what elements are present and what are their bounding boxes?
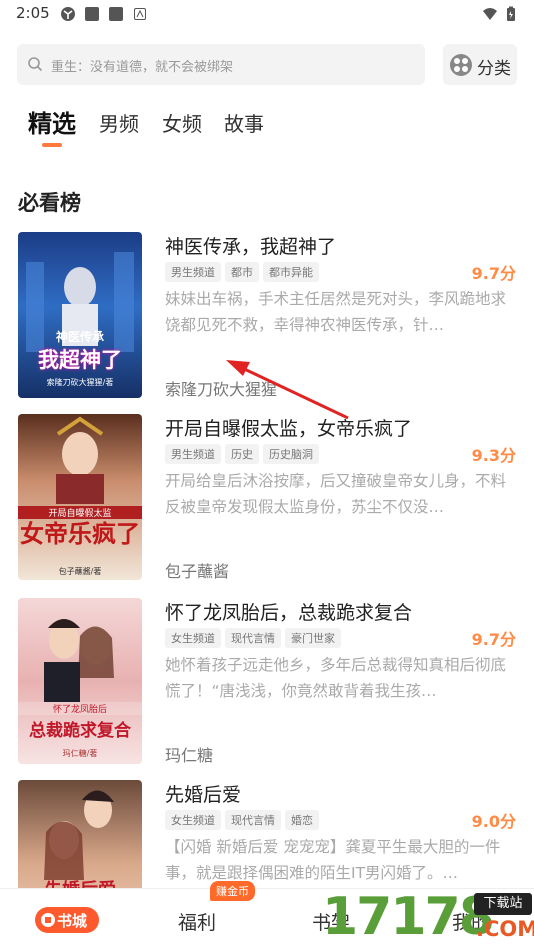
nav-bookstore-label: 书城 [57,912,88,930]
book-tags: 女生频道 现代言情 婚恋 [165,809,323,830]
tab-male[interactable]: 男频 [99,108,139,137]
cover-title: 先婚后爱 [18,876,142,888]
battery-icon [507,6,515,21]
book-cover[interactable]: 神医传承 我超神了 索隆刀砍大猩猩/著 [18,232,142,398]
category-button[interactable]: 分类 [443,44,517,85]
watermark-com: .COM [476,917,534,941]
book-tag: 现代言情 [225,628,281,648]
book-score: 9.7分 [471,264,516,283]
app-notification-icon [61,7,75,21]
cover-title: 开局自曝假太监 [18,506,142,519]
book-tags: 女生频道 现代言情 豪门世家 [165,627,345,648]
book-title: 开局自曝假太监，女帝乐疯了 [165,418,413,440]
search-placeholder: 重生：没有道德，就不会被绑架 [51,60,234,75]
book-tag: 婚恋 [285,810,319,830]
book-title: 先婚后爱 [165,784,242,806]
search-bar[interactable]: 重生：没有道德，就不会被绑架 [17,44,425,85]
cover-title: 我超神了 [38,348,122,372]
book-description: 她怀着孩子远走他乡，多年后总裁得知真相后彻底慌了！“唐浅浅，你竟然敢背着我生孩… [165,656,507,700]
coin-badge: 赚金币 [210,881,255,901]
book-title: 神医传承，我超神了 [165,236,337,258]
book-item[interactable]: 先婚后爱 先婚后爱 女生频道现代言情婚恋 9.0分 【闪婚 新婚后爱 宠宠宠】龚… [0,780,534,888]
tab-featured[interactable]: 精选 [28,104,76,139]
book-cover[interactable]: 怀了龙凤胎后 总裁跪求复合 玛仁糖/著 [18,598,142,764]
book-description: 开局给皇后沐浴按摩，后又撞破皇帝女儿身，不料反被皇帝发现假太监身份，苏尘不仅没… [165,472,507,516]
bookstore-icon [41,913,55,927]
search-icon [28,57,43,72]
category-icon [450,54,472,76]
cover-title: 神医传承 [55,330,104,344]
channel-tabs: 精选 男频 女频 故事 [0,104,534,150]
book-score: 9.3分 [471,446,516,465]
nav-welfare[interactable]: 福利 [178,908,216,935]
book-tag: 都市异能 [263,262,319,282]
book-score: 9.0分 [471,812,516,831]
book-tag: 历史脑洞 [263,444,319,464]
book-item[interactable]: 怀了龙凤胎后 总裁跪求复合 玛仁糖/著 怀了龙凤胎后，总裁跪求复合 女生频道 现代… [0,598,534,768]
book-tag: 现代言情 [225,810,281,830]
tab-active-indicator [42,143,62,147]
nav-bookstore[interactable]: 书城 [35,907,99,933]
tab-female[interactable]: 女频 [162,108,202,137]
tab-story[interactable]: 故事 [224,108,264,137]
cover-title: 女帝乐疯了 [20,520,140,548]
watermark-box: 下载站 [474,893,532,915]
book-item[interactable]: 开局自曝假太监 女帝乐疯了 包子蘸酱/著 开局自曝假太监，女帝乐疯了 男生频道历… [0,414,534,584]
watermark-digits: 17178 [322,887,495,947]
book-author: 包子蘸酱 [165,562,230,581]
category-label: 分类 [477,59,511,79]
book-tag: 豪门世家 [285,628,341,648]
book-tags: 男生频道 都市 都市异能 [165,261,323,282]
cover-byline: 玛仁糖/著 [62,749,98,758]
section-title: 必看榜 [18,191,81,215]
cover-byline: 索隆刀砍大猩猩/著 [46,378,114,387]
book-tags: 男生频道 历史 历史脑洞 [165,443,323,464]
book-title: 怀了龙凤胎后，总裁跪求复合 [165,602,413,624]
status-time: 2:05 [16,4,50,22]
book-tag: 女生频道 [165,628,221,648]
cover-art [44,790,114,880]
cover-title: 总裁跪求复合 [29,721,131,741]
book-tag: 男生频道 [165,262,221,282]
book-author: 索隆刀砍大猩猩 [165,380,278,399]
cover-art [56,416,104,504]
book-cover[interactable]: 开局自曝假太监 女帝乐疯了 包子蘸酱/著 [18,414,142,580]
book-tag: 都市 [225,262,259,282]
status-bar: 2:05 [0,0,534,28]
book-score: 9.7分 [471,630,516,649]
site-watermark-logo: 17178 下载站 .COM [322,885,534,950]
book-author: 玛仁糖 [165,746,214,765]
book-tag: 女生频道 [165,810,221,830]
book-description: 【闪婚 新婚后爱 宠宠宠】龚夏平生最大胆的一件事，就是跟择偶困难的陌生IT男闪婚… [165,838,501,882]
book-item[interactable]: 神医传承 我超神了 索隆刀砍大猩猩/著 神医传承，我超神了 男生频道 都市 都市异能… [0,232,534,402]
cover-byline: 包子蘸酱/著 [58,567,102,576]
wifi-icon [483,8,497,20]
book-tag: 历史 [225,444,259,464]
book-description: 妹妹出车祸，手术主任居然是死对头，李风跪地求饶都见死不救，幸得神农神医传承，针… [165,290,507,334]
book-tag: 男生频道 [165,444,221,464]
app-notification-icon [109,7,123,21]
book-cover[interactable]: 先婚后爱 [18,780,142,888]
cover-title: 怀了龙凤胎后 [18,702,142,715]
app-notification-icon [85,7,99,21]
keyboard-icon [134,8,146,20]
